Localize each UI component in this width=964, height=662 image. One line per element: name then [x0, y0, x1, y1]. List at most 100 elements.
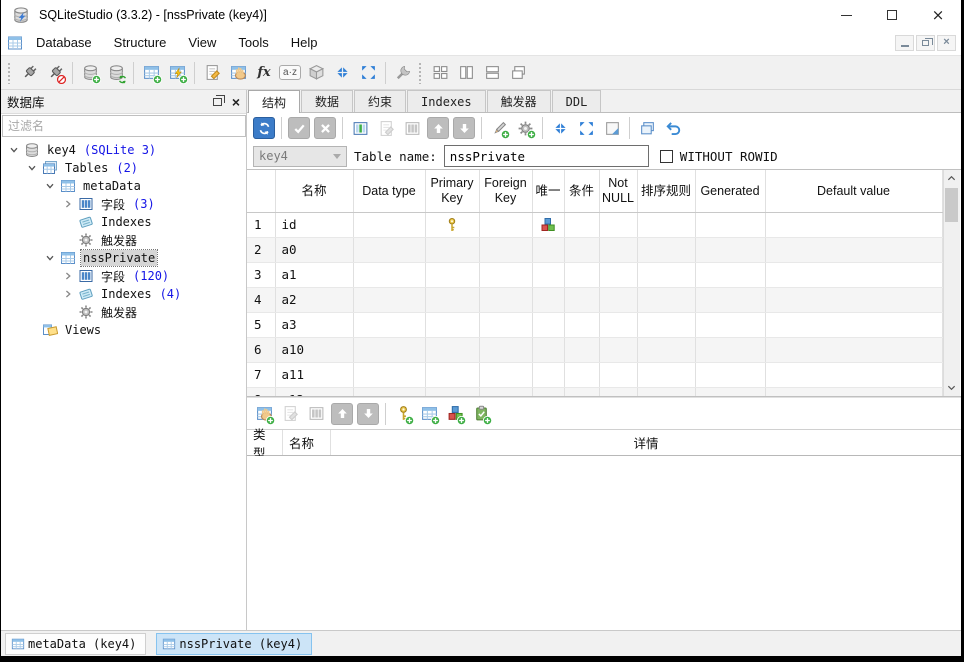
database-filter-input[interactable] — [2, 115, 246, 137]
add-database-icon[interactable] — [77, 60, 103, 86]
tab-DDL[interactable]: DDL — [552, 90, 602, 112]
grid-vertical-scrollbar[interactable] — [943, 170, 960, 396]
grid-cell[interactable] — [479, 387, 532, 397]
menu-item-database[interactable]: Database — [25, 32, 103, 53]
grid-cell[interactable] — [599, 262, 637, 287]
constraints-column-header[interactable]: 名称 — [283, 430, 331, 455]
grid-cell[interactable] — [765, 337, 942, 362]
commit-structure-icon[interactable] — [286, 115, 312, 141]
grid-cell[interactable] — [695, 212, 765, 237]
grid-cell[interactable] — [695, 262, 765, 287]
row-number-cell[interactable]: 4 — [247, 287, 275, 312]
scrollbar-thumb[interactable] — [945, 188, 958, 222]
table-name-input[interactable] — [444, 145, 649, 167]
grid-cell[interactable] — [425, 212, 479, 237]
grid-cell[interactable] — [353, 337, 425, 362]
grid-cell[interactable] — [353, 237, 425, 262]
mdi-minimize-button[interactable] — [895, 35, 914, 51]
grid-cell[interactable] — [637, 212, 695, 237]
mdi-cascade-icon[interactable] — [505, 60, 531, 86]
column-name-cell[interactable]: a12 — [275, 387, 353, 397]
show-windows-icon[interactable] — [634, 115, 660, 141]
grid-cell[interactable] — [637, 387, 695, 397]
grid-cell[interactable] — [637, 262, 695, 287]
mdi-horizontal-icon[interactable] — [479, 60, 505, 86]
column-name-cell[interactable]: a11 — [275, 362, 353, 387]
connect-icon[interactable] — [16, 60, 42, 86]
grid-cell[interactable] — [353, 212, 425, 237]
edit-constraint-icon[interactable] — [277, 401, 303, 427]
functions-icon[interactable]: fx — [251, 60, 277, 86]
tree-item-Views[interactable]: Views — [1, 321, 246, 339]
grid-cell[interactable] — [479, 237, 532, 262]
tab-约束[interactable]: 约束 — [354, 90, 406, 112]
grid-cell[interactable] — [532, 337, 564, 362]
grid-cell[interactable] — [599, 337, 637, 362]
grid-cell[interactable] — [599, 387, 637, 397]
add-unique-icon[interactable] — [442, 401, 468, 427]
taskbar-window-metaData[interactable]: metaData (key4) — [5, 633, 146, 655]
move-column-up-icon[interactable] — [425, 115, 451, 141]
grid-cell[interactable] — [564, 362, 599, 387]
grid-cell[interactable] — [353, 362, 425, 387]
column-name-cell[interactable]: a1 — [275, 262, 353, 287]
row-number-cell[interactable]: 2 — [247, 237, 275, 262]
mdi-restore-button[interactable] — [916, 35, 935, 51]
ddl-history-icon[interactable] — [225, 60, 251, 86]
grid-cell[interactable] — [479, 262, 532, 287]
grid-cell[interactable] — [479, 312, 532, 337]
new-sql-table-icon[interactable] — [164, 60, 190, 86]
mdi-tile-icon[interactable] — [427, 60, 453, 86]
grid-cell[interactable] — [765, 212, 942, 237]
menu-item-tools[interactable]: Tools — [227, 32, 279, 53]
column-name-cell[interactable]: id — [275, 212, 353, 237]
minimize-button[interactable] — [823, 0, 869, 30]
collapse-all-icon[interactable] — [329, 60, 355, 86]
grid-cell[interactable] — [564, 262, 599, 287]
create-index-icon[interactable] — [486, 115, 512, 141]
grid-cell[interactable] — [637, 362, 695, 387]
grid-cell[interactable] — [637, 237, 695, 262]
grid-cell[interactable] — [425, 362, 479, 387]
grid-cell[interactable] — [425, 237, 479, 262]
refresh-databases-icon[interactable] — [103, 60, 129, 86]
grid-cell[interactable] — [564, 387, 599, 397]
column-header[interactable]: 唯一 — [532, 170, 564, 212]
extensions-icon[interactable] — [303, 60, 329, 86]
column-header[interactable]: Data type — [353, 170, 425, 212]
new-table-icon[interactable] — [138, 60, 164, 86]
mdi-close-button[interactable]: × — [937, 35, 956, 51]
tree-item-Indexes[interactable]: Indexes(4) — [1, 285, 246, 303]
row-number-cell[interactable]: 7 — [247, 362, 275, 387]
grid-cell[interactable] — [425, 287, 479, 312]
column-name-cell[interactable]: a0 — [275, 237, 353, 262]
grid-cell[interactable] — [637, 312, 695, 337]
tree-item-nssPrivate[interactable]: nssPrivate — [1, 249, 246, 267]
grid-cell[interactable] — [695, 287, 765, 312]
menu-item-help[interactable]: Help — [280, 32, 329, 53]
grid-cell[interactable] — [695, 362, 765, 387]
menu-item-view[interactable]: View — [177, 32, 227, 53]
tab-数据[interactable]: 数据 — [301, 90, 353, 112]
add-foreign-key-icon[interactable] — [416, 401, 442, 427]
configuration-icon[interactable] — [390, 60, 416, 86]
scroll-up-icon[interactable] — [943, 170, 960, 187]
grid-cell[interactable] — [532, 237, 564, 262]
format-ddl-icon[interactable] — [599, 115, 625, 141]
grid-cell[interactable] — [353, 262, 425, 287]
grid-cell[interactable] — [564, 212, 599, 237]
grid-cell[interactable] — [425, 387, 479, 397]
open-sql-editor-icon[interactable] — [199, 60, 225, 86]
grid-cell[interactable] — [479, 212, 532, 237]
column-header[interactable]: Primary Key — [425, 170, 479, 212]
grid-cell[interactable] — [765, 237, 942, 262]
close-button[interactable]: × — [915, 0, 961, 30]
tree-item-字段[interactable]: 字段(120) — [1, 267, 246, 285]
grid-cell[interactable] — [695, 312, 765, 337]
delete-constraint-icon[interactable] — [303, 401, 329, 427]
panel-float-icon[interactable] — [213, 98, 222, 106]
constraints-column-header[interactable]: 详情 — [331, 430, 961, 455]
grid-cell[interactable] — [637, 287, 695, 312]
tab-结构[interactable]: 结构 — [248, 90, 300, 113]
move-column-down-icon[interactable] — [451, 115, 477, 141]
